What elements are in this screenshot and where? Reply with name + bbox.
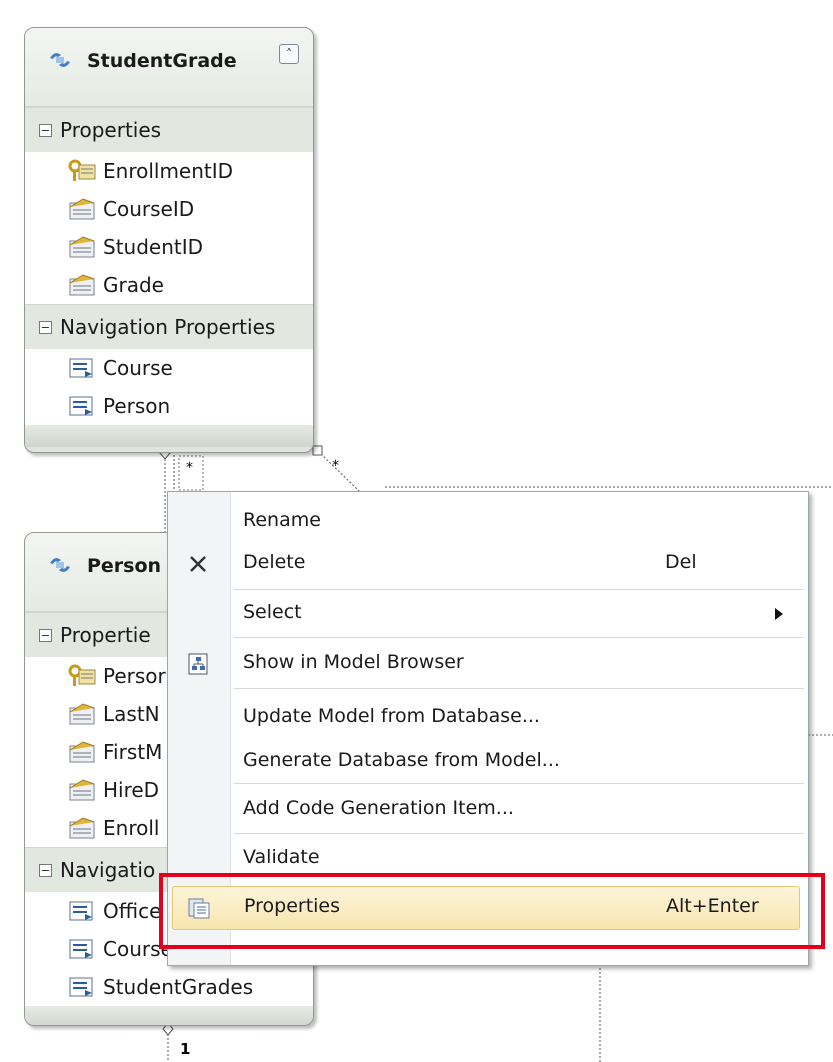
navigation-property-icon xyxy=(69,901,93,921)
menu-item-update-model-from-database[interactable]: Update Model from Database... xyxy=(168,697,808,739)
navigation-section-header[interactable]: − Navigation Properties xyxy=(25,304,313,349)
minus-icon[interactable]: − xyxy=(39,628,52,642)
model-browser-icon xyxy=(188,653,208,675)
property-row[interactable]: StudentID xyxy=(25,228,313,266)
delete-x-icon xyxy=(190,556,206,572)
navigation-name: StudentGrades xyxy=(103,975,254,999)
property-name: CourseID xyxy=(103,197,195,221)
property-icon xyxy=(69,817,95,839)
property-icon xyxy=(69,274,95,296)
menu-item-delete[interactable]: Delete Del xyxy=(168,543,808,585)
highlight-annotation-box xyxy=(159,873,825,949)
property-icon xyxy=(69,741,95,763)
section-label: Navigatio xyxy=(60,858,156,882)
property-name: EnrollmentID xyxy=(103,159,234,183)
navigation-property-icon xyxy=(69,977,93,997)
property-name: Enroll xyxy=(103,816,160,840)
navigation-name: Person xyxy=(103,394,171,418)
property-name: HireD xyxy=(103,778,160,802)
property-icon xyxy=(69,236,95,258)
navigation-property-icon xyxy=(69,396,93,416)
menu-separator xyxy=(234,637,804,638)
multiplicity-star-right: * xyxy=(332,458,339,474)
property-icon xyxy=(69,198,95,220)
navigation-row[interactable]: StudentGrades xyxy=(25,968,313,1006)
property-name: FirstM xyxy=(103,740,163,764)
navigation-name: Office xyxy=(103,899,162,923)
menu-item-label: Add Code Generation Item... xyxy=(243,797,514,819)
menu-item-label: Delete xyxy=(243,551,306,573)
property-name: LastN xyxy=(103,702,160,726)
key-property-icon xyxy=(68,159,96,181)
section-label: Propertie xyxy=(60,623,151,647)
submenu-arrow-icon xyxy=(775,608,783,620)
section-label: Properties xyxy=(60,118,162,142)
menu-item-label: Update Model from Database... xyxy=(243,705,540,727)
navigation-row[interactable]: Person xyxy=(25,387,313,425)
property-name: StudentID xyxy=(103,235,204,259)
entity-title: Person xyxy=(87,555,162,577)
collapse-icon[interactable]: ˄ xyxy=(279,44,299,64)
minus-icon[interactable]: − xyxy=(39,320,52,334)
menu-item-label: Generate Database from Model... xyxy=(243,749,560,771)
menu-item-rename[interactable]: Rename xyxy=(168,501,808,543)
entity-footer xyxy=(25,1006,313,1025)
menu-item-label: Select xyxy=(243,601,302,623)
entity-studentgrade[interactable]: StudentGrade ˄ − Properties EnrollmentID… xyxy=(24,27,314,453)
menu-item-show-in-model-browser[interactable]: Show in Model Browser xyxy=(168,643,808,685)
minus-icon[interactable]: − xyxy=(39,863,52,877)
property-row[interactable]: CourseID xyxy=(25,190,313,228)
navigation-name: Course xyxy=(103,356,173,380)
entity-type-icon xyxy=(50,53,70,67)
section-label: Navigation Properties xyxy=(60,315,276,339)
menu-separator xyxy=(234,589,804,590)
multiplicity-star-left: * xyxy=(186,460,193,476)
multiplicity-one: 1 xyxy=(180,1040,190,1058)
navigation-property-icon xyxy=(69,358,93,378)
property-name: Persor xyxy=(103,664,166,688)
entity-header[interactable]: StudentGrade ˄ xyxy=(25,28,313,107)
property-name: Grade xyxy=(103,273,164,297)
properties-section-header[interactable]: − Properties xyxy=(25,107,313,152)
menu-item-shortcut: Del xyxy=(665,551,697,573)
navigation-property-icon xyxy=(69,939,93,959)
property-row[interactable]: Grade xyxy=(25,266,313,304)
menu-item-select[interactable]: Select xyxy=(168,593,808,635)
menu-separator xyxy=(234,783,804,784)
property-row[interactable]: EnrollmentID xyxy=(25,152,313,190)
navigation-row[interactable]: Course xyxy=(25,349,313,387)
menu-item-generate-database-from-model[interactable]: Generate Database from Model... xyxy=(168,741,808,783)
menu-item-add-code-generation-item[interactable]: Add Code Generation Item... xyxy=(168,789,808,831)
property-icon xyxy=(69,703,95,725)
entity-footer xyxy=(25,425,313,447)
entity-type-icon xyxy=(50,558,70,572)
menu-separator xyxy=(234,833,804,834)
entity-title: StudentGrade xyxy=(87,50,237,72)
menu-separator xyxy=(234,688,804,689)
menu-item-label: Validate xyxy=(243,846,320,868)
menu-item-label: Show in Model Browser xyxy=(243,651,464,673)
key-property-icon xyxy=(68,664,96,686)
minus-icon[interactable]: − xyxy=(39,123,52,137)
property-icon xyxy=(69,779,95,801)
menu-item-label: Rename xyxy=(243,509,321,531)
